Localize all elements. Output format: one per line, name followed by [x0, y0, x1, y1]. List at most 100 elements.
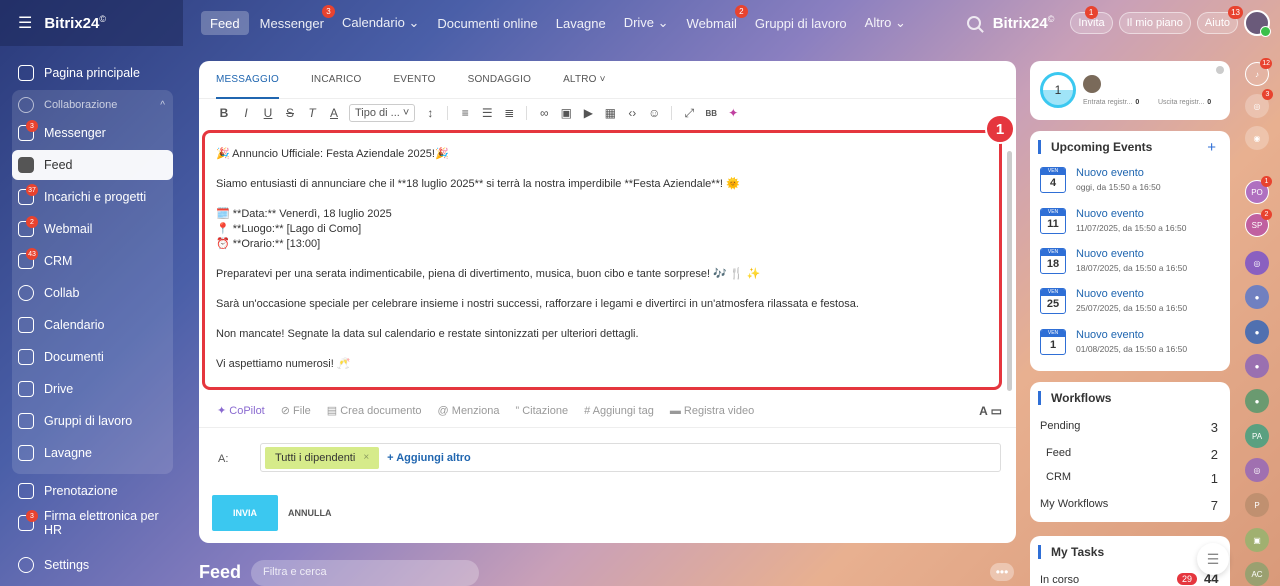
message-editor[interactable]: 🎉 Annuncio Ufficiale: Festa Aziendale 20… [202, 130, 1002, 390]
bell-icon[interactable]: ♪ 12 [1245, 58, 1272, 86]
group-avatar-icon[interactable]: ● [1245, 285, 1269, 309]
user-avatar[interactable] [1244, 10, 1271, 37]
sidebar-item-drive[interactable]: Drive [12, 374, 173, 404]
add-recipient-link[interactable]: + Aggiungi altro [387, 452, 471, 464]
logo[interactable]: Bitrix24© [44, 14, 106, 32]
sidebar-item-calendar[interactable]: Calendario [12, 310, 173, 340]
copilot-button[interactable]: ✦ CoPilot [217, 404, 265, 417]
group-avatar-icon[interactable]: ● [1245, 320, 1269, 344]
tab-message[interactable]: MESSAGGIO [216, 61, 293, 99]
file-button[interactable]: ⊘ File [281, 404, 311, 417]
style-select[interactable]: Tipo di ... ˅ [349, 104, 416, 122]
avatar-po[interactable]: PO 1 [1245, 176, 1272, 204]
help-button[interactable]: Aiuto 13 [1196, 6, 1243, 34]
sidebar-item-documents[interactable]: Documenti [12, 342, 173, 372]
avatar-p[interactable]: P [1245, 493, 1269, 517]
nav-workgroups[interactable]: Gruppi di lavoro [746, 11, 856, 35]
code-icon[interactable]: ‹› [621, 103, 643, 123]
close-icon[interactable]: × [363, 452, 369, 463]
sp-badge: 2 [1261, 209, 1272, 220]
nav-calendar[interactable]: Calendario ⌄ [333, 11, 428, 35]
invite-button[interactable]: Invita 1 [1070, 6, 1113, 34]
sidebar-item-workgroups[interactable]: Gruppi di lavoro [12, 406, 173, 436]
font-size-icon[interactable]: ↕ [419, 103, 441, 123]
link-icon[interactable]: ∞ [533, 103, 555, 123]
nav-more[interactable]: Altro ⌄ [856, 11, 915, 35]
italic-icon[interactable]: I [235, 103, 257, 123]
copilot-chat-icon[interactable]: ◎ 3 [1245, 89, 1273, 118]
recipients-field[interactable]: Tutti i dipendenti × + Aggiungi altro [260, 443, 1001, 472]
nav-webmail[interactable]: Webmail 2 [678, 5, 748, 35]
search-icon[interactable] [966, 16, 981, 30]
record-video-button[interactable]: ▬ Registra video [670, 405, 754, 417]
nav-drive[interactable]: Drive ⌄ [615, 11, 678, 35]
text-format-toggle[interactable]: A ▭ [979, 404, 1002, 418]
mention-button[interactable]: @ Menziona [438, 405, 500, 417]
video-icon[interactable]: ▶ [577, 103, 599, 123]
tasks-in-progress[interactable]: In corso [1040, 574, 1079, 586]
sidebar-item-boards[interactable]: Lavagne [12, 438, 173, 468]
table-icon[interactable]: ▦ [599, 103, 621, 123]
bullet-list-icon[interactable]: ☰ [476, 103, 498, 123]
tab-more[interactable]: ALTRO ˅ [563, 61, 620, 99]
copilot-icon[interactable]: ✦ [722, 103, 744, 123]
emoji-icon[interactable]: ☺ [643, 103, 665, 123]
list-icon[interactable]: ☰ [1197, 543, 1229, 575]
task-icon[interactable]: ▣ [1245, 528, 1269, 552]
recipient-chip[interactable]: Tutti i dipendenti × [265, 446, 380, 469]
more-icon[interactable]: ••• [990, 563, 1014, 581]
group-avatar-icon[interactable]: ● [1245, 389, 1269, 413]
nav-boards[interactable]: Lavagne [547, 11, 615, 35]
sidebar-item-collab[interactable]: Collab [12, 278, 173, 308]
gear-icon[interactable] [1216, 66, 1224, 74]
collaboration-toggle[interactable]: Collaborazione ^ [12, 92, 173, 118]
sidebar-item-webmail[interactable]: 2 Webmail [12, 214, 173, 244]
sidebar-item-booking[interactable]: Prenotazione [12, 476, 173, 506]
tab-task[interactable]: INCARICO [311, 61, 376, 99]
feed-search-input[interactable]: Filtra e cerca [251, 560, 479, 586]
sidebar-item-messenger[interactable]: 3 Messenger [12, 118, 173, 148]
nav-messenger[interactable]: Messenger 3 [251, 5, 335, 35]
ordered-list-icon[interactable]: ≡ [454, 103, 476, 123]
nav-feed[interactable]: Feed [201, 11, 249, 35]
cancel-button[interactable]: ANNULLA [288, 508, 332, 518]
editor-scrollbar[interactable] [1007, 151, 1012, 391]
sidebar-item-tasks[interactable]: 37 Incarichi e progetti [12, 182, 173, 212]
sidebar-item-home[interactable]: Pagina principale [12, 58, 173, 88]
group-chat-icon[interactable]: ◎ [1245, 458, 1269, 482]
clear-format-icon[interactable]: T [301, 103, 323, 123]
add-event-icon[interactable]: + [1207, 139, 1216, 156]
brand-right: Bitrix24© [992, 14, 1055, 32]
bold-icon[interactable]: B [213, 103, 235, 123]
send-button[interactable]: INVIA [212, 495, 278, 531]
workflow-row-crm[interactable]: CRM 1 [1046, 471, 1218, 486]
sidebar-item-esign[interactable]: 3 Firma elettronica per HR [12, 508, 173, 538]
create-document-button[interactable]: ▤ Crea documento [327, 404, 422, 417]
sidebar-item-feed[interactable]: Feed [12, 150, 173, 180]
group-chat-icon[interactable]: ◎ [1245, 251, 1269, 275]
workflow-row-feed[interactable]: Feed 2 [1046, 447, 1218, 462]
text-color-icon[interactable]: A [323, 103, 345, 123]
add-tag-button[interactable]: # Aggiungi tag [584, 405, 654, 417]
nav-documents-online[interactable]: Documenti online [428, 11, 546, 35]
workflow-row-pending[interactable]: Pending 3 [1040, 420, 1218, 435]
bbcode-icon[interactable]: BB [700, 103, 722, 123]
strikethrough-icon[interactable]: S [279, 103, 301, 123]
tab-event[interactable]: EVENTO [393, 61, 449, 99]
underline-icon[interactable]: U [257, 103, 279, 123]
image-icon[interactable]: ▣ [555, 103, 577, 123]
my-plan-button[interactable]: Il mio piano [1118, 12, 1191, 34]
avatar-sp[interactable]: SP 2 [1245, 209, 1272, 237]
avatar-pa[interactable]: PA [1245, 424, 1269, 448]
chat-icon[interactable]: ◉ [1245, 126, 1269, 150]
sidebar-item-crm[interactable]: 43 CRM [12, 246, 173, 276]
avatar-ac[interactable]: AC [1245, 562, 1269, 586]
workflow-row-mine[interactable]: My Workflows 7 [1040, 498, 1218, 513]
tab-poll[interactable]: SONDAGGIO [468, 61, 545, 99]
sidebar-item-settings[interactable]: Settings [12, 550, 173, 580]
menu-icon[interactable]: ☰ [18, 13, 32, 33]
group-avatar-icon[interactable]: ● [1245, 354, 1269, 378]
fullscreen-icon[interactable]: ⤢ [678, 103, 700, 123]
quote-button[interactable]: ” Citazione [515, 405, 568, 417]
align-icon[interactable]: ≣ [498, 103, 520, 123]
